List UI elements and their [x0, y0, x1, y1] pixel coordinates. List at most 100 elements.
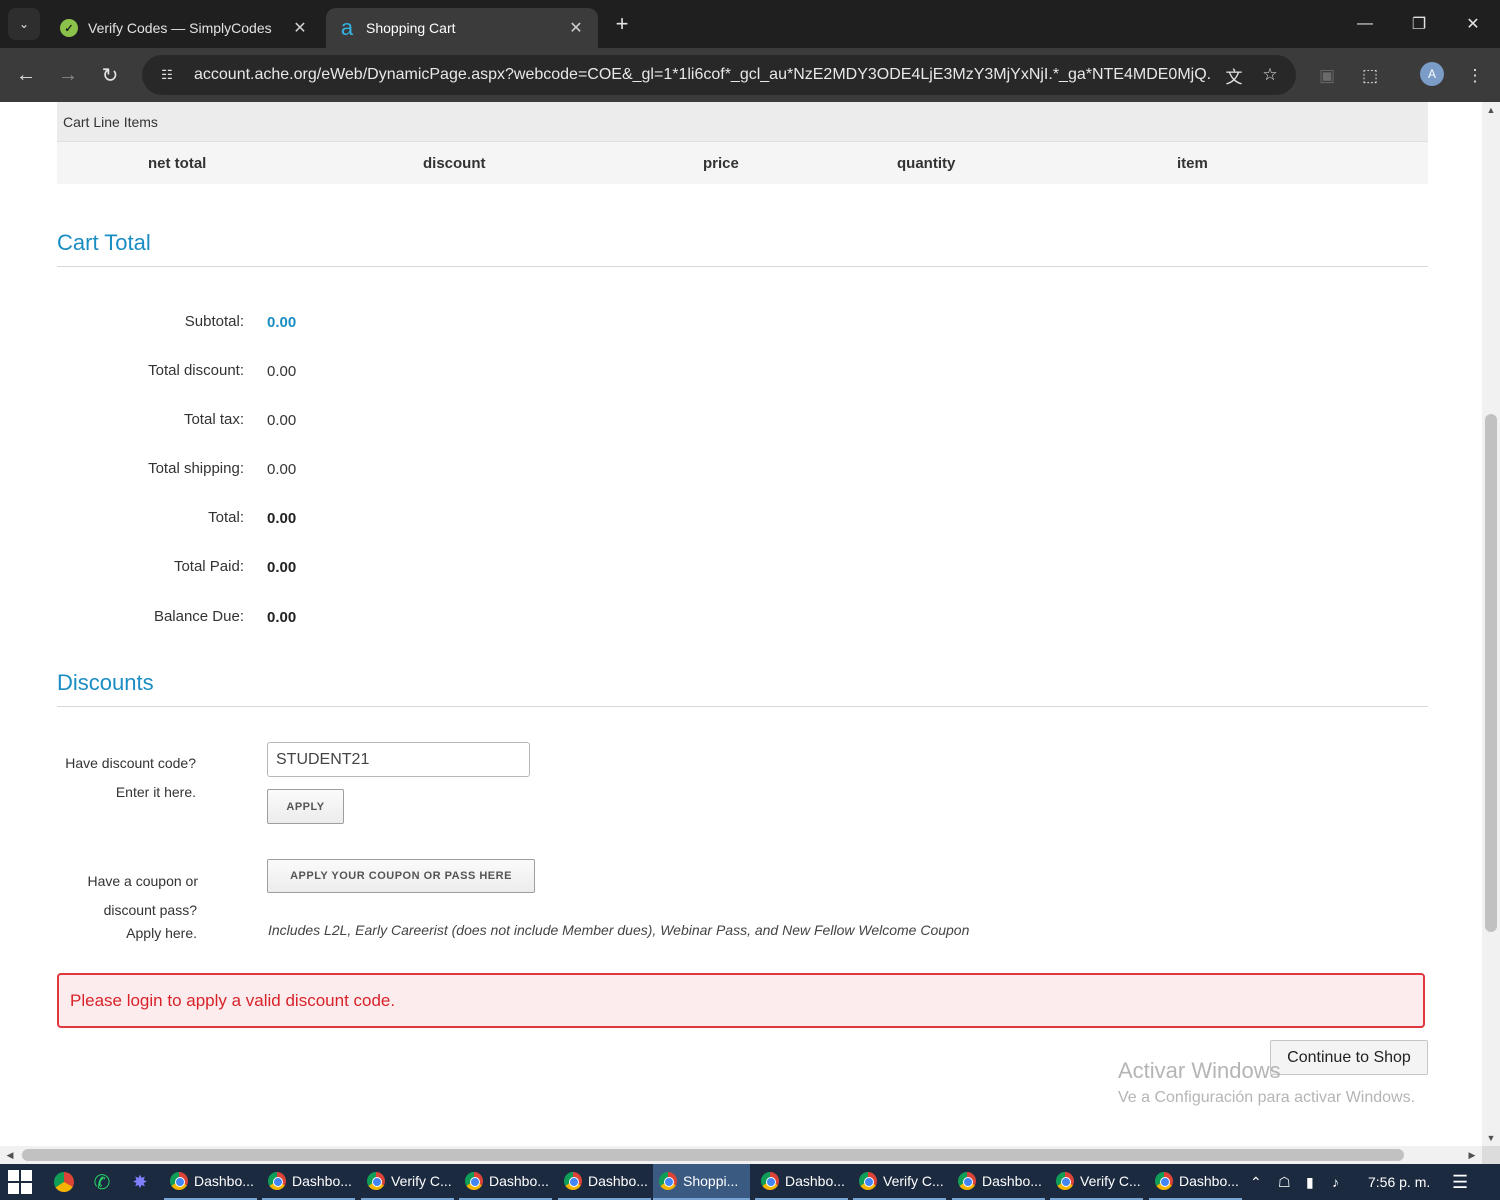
taskbar-item-label: Dashbo...	[1179, 1173, 1239, 1189]
total-paid-label: Total Paid:	[173, 558, 244, 575]
horizontal-scrollbar[interactable]: ◀ ▶	[0, 1146, 1482, 1164]
apply-coupon-button[interactable]: APPLY YOUR COUPON OR PASS HERE	[267, 859, 535, 893]
total-discount-value: 0.00	[267, 363, 297, 380]
taskbar-item[interactable]: Dashbo...	[755, 1164, 848, 1200]
extension-puzzle-disabled-icon[interactable]: ▣	[1312, 61, 1342, 91]
site-settings-icon[interactable]: ☷	[154, 62, 180, 88]
total-tax-value: 0.00	[267, 412, 297, 429]
cart-line-items-columns: net total discount price quantity item	[57, 142, 1428, 184]
scroll-right-icon[interactable]: ▶	[1464, 1146, 1480, 1164]
taskbar-item-active[interactable]: Shoppi...	[653, 1164, 750, 1200]
column-discount: discount	[423, 155, 486, 172]
browser-toolbar: ← → ↻ ☷ account.ache.org/eWeb/DynamicPag…	[0, 48, 1500, 102]
url-text[interactable]: account.ache.org/eWeb/DynamicPage.aspx?w…	[194, 66, 1212, 84]
section-divider	[57, 706, 1428, 707]
address-bar[interactable]: ☷ account.ache.org/eWeb/DynamicPage.aspx…	[142, 55, 1296, 95]
total-discount-label: Total discount:	[148, 362, 244, 379]
section-divider	[57, 266, 1428, 267]
total-value: 0.00	[267, 510, 297, 527]
taskbar-item[interactable]: Dashbo...	[1149, 1164, 1242, 1200]
minimize-icon[interactable]: —	[1342, 8, 1388, 40]
profile-avatar[interactable]: A	[1420, 62, 1444, 86]
extensions-icon[interactable]: ⬚	[1355, 61, 1385, 91]
taskbar-item-label: Verify C...	[1080, 1173, 1141, 1189]
discount-code-hint: Enter it here.	[115, 784, 196, 800]
coupon-note: Includes L2L, Early Careerist (does not …	[268, 922, 970, 938]
whatsapp-icon[interactable]: ✆	[88, 1168, 116, 1196]
browser-tab-bar: ⌄ ✓ Verify Codes — SimplyCodes ✕ a Shopp…	[0, 0, 1500, 48]
taskbar-item[interactable]: Dashbo...	[952, 1164, 1045, 1200]
chrome-app-icon[interactable]	[50, 1168, 78, 1196]
tray-chevron-up-icon[interactable]: ⌃	[1250, 1164, 1262, 1200]
battery-icon[interactable]: ▮	[1306, 1164, 1314, 1200]
tab-verify-codes[interactable]: ✓ Verify Codes — SimplyCodes ✕	[48, 8, 322, 48]
scroll-up-icon[interactable]: ▲	[1482, 102, 1500, 118]
coupon-label-2: discount pass?	[103, 902, 197, 918]
translate-icon[interactable]: 文	[1220, 61, 1248, 89]
taskbar-item[interactable]: Dashbo...	[558, 1164, 651, 1200]
app-gear-icon[interactable]: ✸	[126, 1168, 154, 1196]
chrome-icon	[659, 1172, 677, 1190]
forward-arrow-icon[interactable]: →	[52, 59, 84, 91]
window-close-icon[interactable]: ✕	[1450, 8, 1496, 40]
notifications-icon[interactable]: ☰	[1452, 1164, 1468, 1200]
scroll-corner	[1482, 1146, 1500, 1164]
scroll-down-icon[interactable]: ▼	[1482, 1130, 1500, 1146]
network-icon[interactable]: ☖	[1278, 1164, 1291, 1200]
chrome-icon	[170, 1172, 188, 1190]
bookmark-star-icon[interactable]: ☆	[1256, 61, 1284, 89]
horizontal-scroll-thumb[interactable]	[22, 1149, 1404, 1161]
taskbar-item-label: Shoppi...	[683, 1173, 739, 1189]
discount-code-input[interactable]	[267, 742, 530, 777]
balance-due-label: Balance Due:	[153, 608, 244, 625]
taskbar-item[interactable]: Dashbo...	[262, 1164, 355, 1200]
cart-total-title: Cart Total	[57, 230, 151, 255]
taskbar-item[interactable]: Verify C...	[853, 1164, 946, 1200]
windows-taskbar: ✆ ✸ Dashbo... Dashbo... Verify C... Dash…	[0, 1164, 1500, 1200]
close-icon[interactable]: ✕	[566, 18, 586, 38]
total-paid-value: 0.00	[267, 559, 297, 576]
taskbar-item-label: Dashbo...	[982, 1173, 1042, 1189]
coupon-label: Have a coupon or	[87, 873, 198, 889]
chrome-icon	[268, 1172, 286, 1190]
subtotal-value: 0.00	[267, 314, 297, 331]
restore-icon[interactable]: ❐	[1396, 8, 1442, 40]
windows-activation-watermark: Activar Windows	[1118, 1058, 1281, 1083]
chrome-icon	[1056, 1172, 1074, 1190]
taskbar-item-label: Dashbo...	[588, 1173, 648, 1189]
total-label: Total:	[208, 509, 244, 526]
new-tab-plus-icon[interactable]: +	[608, 10, 636, 38]
chrome-icon	[367, 1172, 385, 1190]
continue-to-shop-button[interactable]: Continue to Shop	[1270, 1040, 1428, 1075]
taskbar-item-label: Dashbo...	[785, 1173, 845, 1189]
taskbar-item[interactable]: Dashbo...	[164, 1164, 257, 1200]
discounts-title: Discounts	[57, 670, 154, 695]
taskbar-item-label: Verify C...	[391, 1173, 452, 1189]
chrome-icon	[859, 1172, 877, 1190]
chrome-icon	[761, 1172, 779, 1190]
tab-search-chevron-icon[interactable]: ⌄	[8, 8, 40, 40]
taskbar-item[interactable]: Verify C...	[1050, 1164, 1143, 1200]
menu-kebab-icon[interactable]: ⋮	[1460, 61, 1490, 91]
total-shipping-label: Total shipping:	[148, 460, 244, 477]
vertical-scroll-thumb[interactable]	[1485, 414, 1497, 932]
volume-icon[interactable]: ♪	[1332, 1164, 1339, 1200]
taskbar-item[interactable]: Dashbo...	[459, 1164, 552, 1200]
chrome-icon	[958, 1172, 976, 1190]
tab-title: Shopping Cart	[366, 20, 456, 36]
close-icon[interactable]: ✕	[290, 18, 310, 38]
taskbar-item-label: Dashbo...	[489, 1173, 549, 1189]
taskbar-item[interactable]: Verify C...	[361, 1164, 454, 1200]
vertical-scrollbar[interactable]: ▲ ▼	[1482, 102, 1500, 1146]
apply-button[interactable]: APPLY	[267, 789, 344, 824]
balance-due-value: 0.00	[267, 609, 297, 626]
chrome-icon	[564, 1172, 582, 1190]
windows-start-icon[interactable]	[8, 1170, 32, 1194]
chrome-icon	[465, 1172, 483, 1190]
column-quantity: quantity	[897, 155, 956, 172]
reload-icon[interactable]: ↻	[94, 59, 126, 91]
scroll-left-icon[interactable]: ◀	[2, 1146, 18, 1164]
back-arrow-icon[interactable]: ←	[10, 59, 42, 91]
tab-shopping-cart[interactable]: a Shopping Cart ✕	[326, 8, 598, 48]
clock[interactable]: 7:56 p. m.	[1368, 1164, 1430, 1200]
